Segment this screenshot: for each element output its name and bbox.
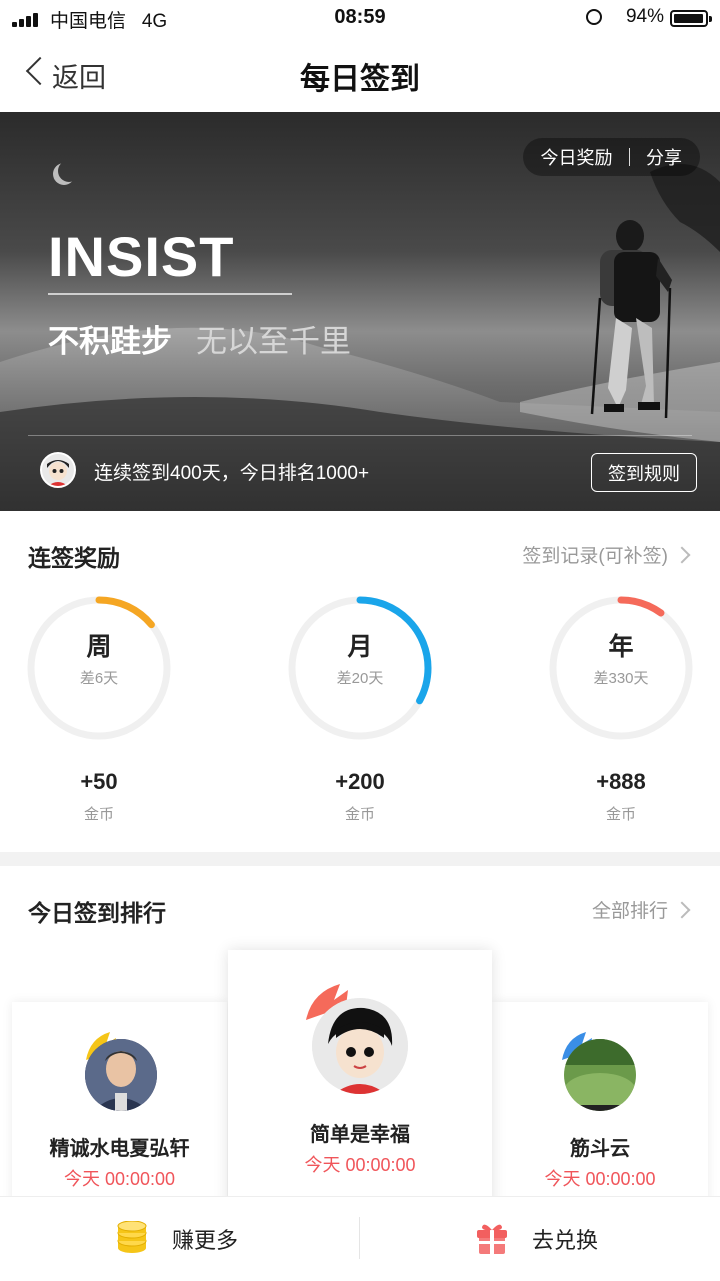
reward-unit: 金币 [83,806,114,823]
ranking-name: 筋斗云 [570,1138,630,1160]
reward-coins: +200 [335,769,385,794]
ranking-name: 精诚水电夏弘轩 [49,1138,190,1160]
headline-underline [48,293,292,295]
page-title: 每日签到 [300,63,420,96]
reward-coins: +50 [80,769,118,794]
battery-icon [670,10,712,27]
banner-actions: 今日奖励 分享 [522,138,700,176]
status-bar: 中国电信 4G 08:59 94% [0,0,720,36]
banner-slogan-sub: 无以至千里 [196,324,351,359]
redeem-button[interactable]: 去兑换 [360,1197,720,1281]
share-link[interactable]: 分享 [646,144,682,170]
chevron-right-icon [673,546,691,564]
all-ranking-link[interactable]: 全部排行 [560,886,720,930]
ranking-time: 今天 00:00:00 [304,1155,416,1175]
bottom-action-bar: 赚更多 去兑换 [0,1196,720,1280]
section-divider [0,852,720,866]
daily-ranking-section: 今日签到排行 全部排行 精诚水电夏弘轩 今天 00:00:00 筋斗云 今天 0… [0,866,720,1196]
checkin-record-link[interactable]: 签到记录(可补签) [480,531,720,575]
reward-unit: 金币 [344,806,375,823]
avatar[interactable] [40,452,76,488]
gift-icon [477,1224,507,1254]
reward-remaining: 差20天 [336,670,384,687]
ranking-card-3rd[interactable]: 筋斗云 今天 00:00:00 [492,1002,708,1196]
battery-percent: 94% [625,6,664,27]
section-title: 今日签到排行 [28,900,166,926]
avatar [564,1039,636,1111]
ranking-name: 简单是幸福 [310,1124,410,1146]
earn-more-button[interactable]: 赚更多 [0,1197,360,1281]
all-ranking-label: 全部排行 [591,901,668,922]
coins-icon [117,1221,147,1253]
ranking-time: 今天 00:00:00 [63,1169,176,1189]
avatar [312,998,408,1094]
checkin-record-label: 签到记录(可补签) [522,546,668,567]
alarm-icon [586,9,602,25]
redeem-label: 去兑换 [532,1228,599,1253]
today-reward-link[interactable]: 今日奖励 [541,144,613,170]
ranking-card-2nd[interactable]: 精诚水电夏弘轩 今天 00:00:00 [12,1002,227,1196]
hiker-illustration [590,220,672,419]
nav-bar: 返回 每日签到 [0,36,720,112]
section-title: 连签奖励 [28,545,120,571]
moon-icon [58,160,80,182]
streak-summary: 连续签到400天，今日排名1000+ [94,463,370,484]
reward-unit: 金币 [605,806,636,823]
banner: 今日奖励 分享 INSIST 不积跬步 无以至千里 连续签到400天，今日排名1… [0,112,720,511]
reward-coins: +888 [596,769,646,794]
reward-period: 周 [86,633,112,661]
divider [28,435,692,436]
reward-period: 年 [608,633,634,661]
avatar [85,1039,157,1111]
streak-rewards-section: 连签奖励 签到记录(可补签) 周 差6天 +50 金币 月 差20天 +200 … [0,511,720,852]
ranking-card-1st[interactable]: 简单是幸福 今天 00:00:00 [228,950,492,1196]
ranking-time: 今天 00:00:00 [544,1169,656,1189]
reward-remaining: 差6天 [79,670,119,687]
chevron-right-icon [673,901,691,919]
banner-headline: INSIST [48,225,235,288]
reward-remaining: 差330天 [593,670,649,687]
checkin-rules-button[interactable]: 签到规则 [591,453,697,492]
banner-slogan-main: 不积跬步 [48,324,172,359]
divider [628,148,630,166]
earn-more-label: 赚更多 [172,1228,239,1253]
reward-period: 月 [347,633,373,661]
status-time: 08:59 [334,6,386,28]
